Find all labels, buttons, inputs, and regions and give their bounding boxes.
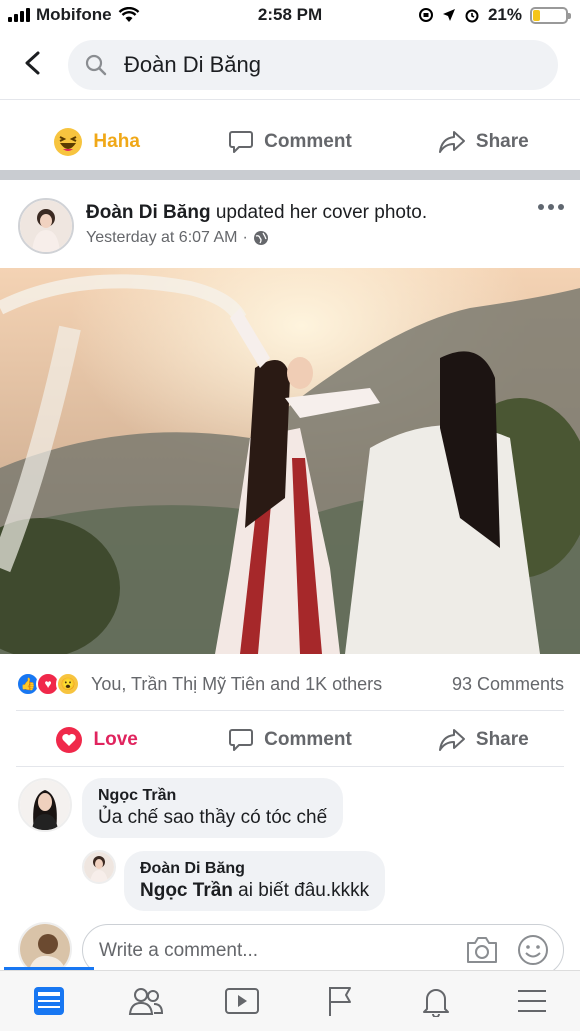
comment-button[interactable]: Comment (193, 114, 386, 170)
share-button[interactable]: Share (387, 712, 580, 768)
comments-count[interactable]: 93 Comments (452, 674, 564, 695)
friends-icon (128, 988, 164, 1015)
comment-label: Comment (264, 729, 352, 750)
news-feed-icon (34, 987, 64, 1015)
post-separator (0, 170, 580, 180)
divider (16, 710, 564, 711)
location-icon (442, 9, 455, 21)
wow-icon: 😮 (56, 672, 80, 696)
alarm-icon (465, 9, 479, 23)
globe-icon (253, 231, 268, 245)
cover-photo[interactable] (0, 268, 580, 654)
share-label: Share (475, 729, 529, 750)
reply-bubble[interactable]: Đoàn Di Băng Ngọc Trần ai biết đâu.kkkk (124, 851, 386, 911)
battery-icon (530, 6, 571, 24)
share-label: Share (475, 131, 529, 152)
reply-mention[interactable]: Ngọc Trần (140, 880, 233, 901)
reactions-text[interactable]: You, Trần Thị Mỹ Tiên and 1K others (91, 674, 382, 695)
battery-percent: 21% (487, 5, 522, 24)
reaction-icons: 👍 ♥ 😮 (16, 672, 80, 696)
love-label: Love (93, 729, 138, 750)
reply-text: Ngọc Trần ai biết đâu.kkkk (140, 880, 369, 901)
comment-placeholder: Write a comment... (99, 940, 259, 961)
commenter-avatar[interactable] (18, 778, 72, 832)
post-actions: Love Comment Share (0, 712, 580, 768)
love-icon (56, 727, 83, 753)
news-feed-tab[interactable] (29, 983, 69, 1019)
post-meta: Yesterday at 6:07 AM · (86, 229, 269, 247)
post-title: Đoàn Di Băng updated her cover photo. (86, 202, 427, 224)
search-icon (85, 54, 107, 76)
haha-button[interactable]: Haha (0, 114, 193, 170)
pages-icon (329, 987, 351, 1016)
share-icon (438, 131, 465, 153)
pages-tab[interactable] (320, 983, 360, 1019)
menu-icon (518, 990, 546, 1012)
comment-icon (229, 131, 254, 153)
status-bar: Mobifone 2:58 PM 21% (0, 0, 580, 30)
prev-post-actions: Haha Comment Share (0, 114, 580, 170)
menu-tab[interactable] (512, 983, 552, 1019)
love-button[interactable]: Love (0, 712, 193, 768)
author-avatar[interactable] (18, 198, 74, 254)
divider (16, 766, 564, 767)
emoji-icon[interactable] (517, 934, 549, 966)
notifications-tab[interactable] (416, 983, 456, 1019)
bottom-tab-bar (0, 970, 580, 1031)
more-options-icon[interactable] (538, 204, 564, 210)
comment-author[interactable]: Ngọc Trần (98, 787, 327, 805)
comment-text: Ủa chế sao thầy có tóc chế (98, 807, 328, 828)
friends-tab[interactable] (126, 983, 166, 1019)
reply-avatar[interactable] (82, 850, 116, 884)
back-icon[interactable] (18, 48, 48, 78)
reply-author[interactable]: Đoàn Di Băng (140, 860, 369, 878)
comment-bubble[interactable]: Ngọc Trần Ủa chế sao thầy có tóc chế (82, 778, 344, 838)
comment-input[interactable]: Write a comment... (82, 924, 564, 976)
status-right: 21% (418, 5, 571, 25)
watch-tab[interactable] (222, 983, 262, 1019)
search-query: Đoàn Di Băng (124, 52, 261, 77)
reactions-summary[interactable]: 👍 ♥ 😮 You, Trần Thị Mỹ Tiên and 1K other… (16, 670, 564, 698)
watch-icon (225, 988, 259, 1014)
haha-label: Haha (93, 131, 140, 152)
post-action-text: updated her cover photo. (215, 202, 428, 223)
comment-button[interactable]: Comment (193, 712, 386, 768)
notifications-icon (423, 989, 449, 1017)
search-header: Đoàn Di Băng (0, 30, 580, 100)
reply-body: ai biết đâu.kkkk (232, 880, 370, 901)
share-icon (438, 729, 465, 751)
search-input[interactable]: Đoàn Di Băng (68, 40, 558, 90)
author-name[interactable]: Đoàn Di Băng (86, 202, 211, 223)
comment-icon (229, 729, 254, 751)
meta-dot: · (242, 229, 248, 246)
haha-emoji-icon (54, 128, 83, 156)
share-button[interactable]: Share (387, 114, 580, 170)
camera-icon[interactable] (465, 935, 499, 965)
comment-label: Comment (264, 131, 352, 152)
post-time[interactable]: Yesterday at 6:07 AM (86, 229, 238, 247)
rotation-lock-icon (418, 8, 433, 22)
